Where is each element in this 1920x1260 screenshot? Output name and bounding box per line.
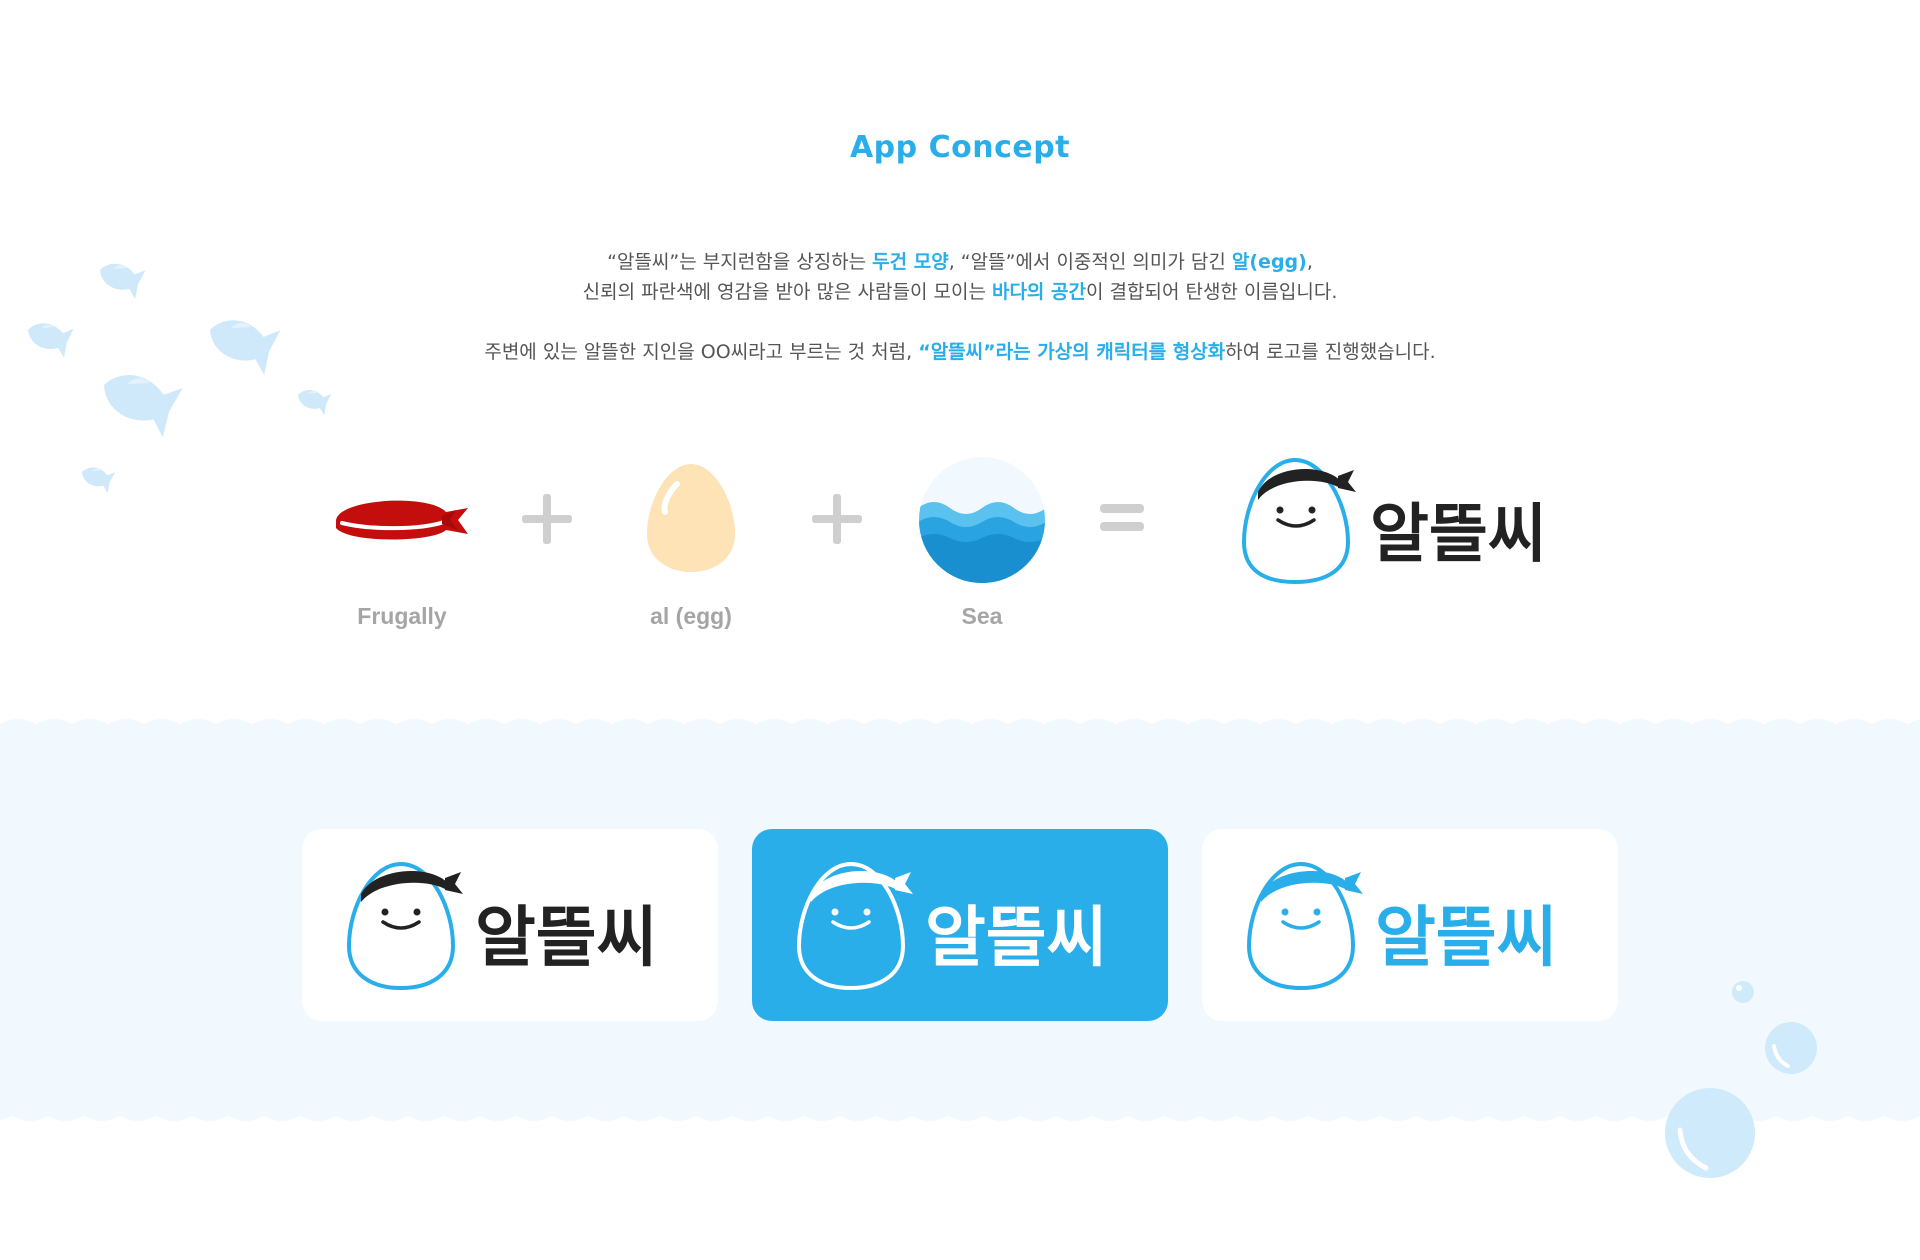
logo-card-white: 알뜰씨	[302, 829, 718, 1021]
plus-icon	[812, 494, 862, 544]
result-wordmark: 알뜰씨	[1370, 498, 1540, 572]
card-wordmark: 알뜰씨	[1375, 899, 1557, 976]
highlight-text: 두건 모양	[872, 251, 949, 273]
fish-icon	[23, 315, 74, 358]
highlight-text: 알(egg)	[1231, 251, 1307, 273]
description-text: “알뜰씨”는 부지런함을 상징하는	[607, 251, 873, 273]
fish-icon	[94, 255, 146, 300]
card-wordmark: 알뜰씨	[475, 899, 657, 976]
description-text: 이 결합되어 탄생한 이름입니다.	[1085, 281, 1338, 303]
equals-icon	[1100, 504, 1144, 531]
card-wordmark: 알뜰씨	[925, 899, 1107, 976]
description-text: ,	[1306, 251, 1313, 273]
logo-variant-dark: 알뜰씨	[346, 861, 657, 991]
label-egg: al (egg)	[650, 603, 732, 629]
bubbles-decoration	[1665, 981, 1817, 1178]
egg-icon	[647, 464, 735, 572]
logo-card-blue-on-white: 알뜰씨	[1202, 829, 1618, 1021]
fish-decoration	[23, 255, 332, 494]
highlight-text: 바다의 공간	[991, 281, 1086, 303]
bubble-icon	[1732, 981, 1754, 1003]
bandana-icon	[336, 500, 468, 540]
fish-icon	[94, 360, 183, 438]
result-logo: 알뜰씨	[1241, 457, 1540, 585]
sea-icon	[919, 457, 1045, 583]
description-text: 하여 로고를 진행했습니다.	[1225, 341, 1436, 363]
logo-variant-blue: 알뜰씨	[1246, 861, 1557, 991]
description-text: 신뢰의 파란색에 영감을 받아 많은 사람들이 모이는	[582, 281, 992, 303]
logo-variant-reverse: 알뜰씨	[796, 861, 1107, 991]
fish-icon	[201, 307, 281, 376]
description-text: 주변에 있는 알뜰한 지인을 OO씨라고 부르는 것 처럼,	[484, 341, 919, 363]
fish-icon	[294, 384, 332, 416]
highlight-text: “알뜰씨”라는 가상의 캐릭터를 형상화	[918, 341, 1226, 363]
description-text: , “알뜰”에서 이중적인 의미가 담긴	[948, 251, 1232, 273]
fish-icon	[78, 461, 116, 494]
character-icon	[1241, 457, 1356, 585]
label-sea: Sea	[961, 603, 1003, 629]
bubble-icon	[1665, 1088, 1755, 1178]
logo-card-blue: 알뜰씨	[752, 829, 1168, 1021]
label-frugally: Frugally	[357, 603, 447, 629]
plus-icon	[522, 494, 572, 544]
bubble-icon	[1765, 1022, 1817, 1074]
